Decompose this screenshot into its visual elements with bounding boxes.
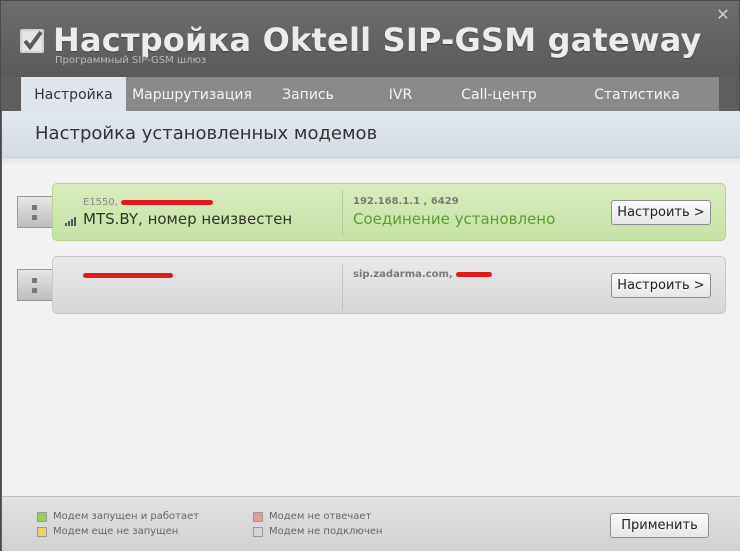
section-title: Настройка установленных модемов — [35, 123, 378, 144]
redacted-mark — [83, 272, 173, 278]
title-bar: Настройка Oktell SIP-GSM gateway Програм… — [1, 1, 739, 77]
modem-card[interactable]: E1550, MTS.BY, номер неизвестен 192.168.… — [52, 183, 726, 241]
tab-call-center[interactable]: Call-центр — [443, 77, 555, 111]
card-divider — [342, 190, 343, 236]
redacted-mark — [120, 199, 213, 205]
tab-settings[interactable]: Настройка — [21, 77, 126, 111]
content-area: Настройка установленных модемов E1550, M… — [2, 111, 740, 496]
legend-swatch-red — [253, 512, 263, 522]
main-tabs: Настройка Маршрутизация Запись IVR Call-… — [21, 77, 719, 111]
connection-status: Соединение установлено — [353, 210, 556, 228]
configure-button[interactable]: Настроить > — [611, 273, 711, 298]
tab-routing[interactable]: Маршрутизация — [126, 77, 258, 111]
section-header: Настройка установленных модемов — [2, 111, 740, 158]
redacted-mark — [455, 271, 492, 277]
usb-plug-icon — [17, 196, 52, 228]
modem-row: sip.zadarma.com, Настроить > — [2, 256, 740, 314]
legend-swatch-gray — [253, 527, 263, 537]
tab-recording[interactable]: Запись — [258, 77, 358, 111]
signal-strength-icon — [65, 217, 76, 226]
modem-row: E1550, MTS.BY, номер неизвестен 192.168.… — [2, 183, 740, 241]
card-divider — [342, 263, 343, 309]
tab-statistics[interactable]: Статистика — [555, 77, 719, 111]
modem-model: E1550, — [83, 197, 213, 208]
checkbox-logo-icon — [20, 29, 44, 53]
usb-plug-icon — [17, 269, 52, 301]
close-icon[interactable]: ✕ — [715, 7, 731, 23]
tab-ivr[interactable]: IVR — [358, 77, 443, 111]
modem-operator: MTS.BY, номер неизвестен — [83, 210, 293, 228]
modem-host: 192.168.1.1 , 6429 — [353, 196, 459, 207]
footer: Модем запущен и работает Модем еще не за… — [2, 496, 740, 551]
app-subtitle: Программный SIP-GSM шлюз — [55, 55, 207, 66]
section-header-shadow — [2, 158, 740, 166]
apply-button[interactable]: Применить — [610, 513, 709, 538]
app-window: Настройка Oktell SIP-GSM gateway Програм… — [0, 0, 740, 551]
app-title: Настройка Oktell SIP-GSM gateway — [53, 21, 702, 59]
legend-swatch-green — [37, 512, 47, 522]
modem-card[interactable]: sip.zadarma.com, Настроить > — [52, 256, 726, 314]
configure-button[interactable]: Настроить > — [611, 200, 711, 225]
modem-model — [83, 270, 173, 281]
legend-swatch-yellow — [37, 527, 47, 537]
modem-host: sip.zadarma.com, — [353, 269, 492, 280]
